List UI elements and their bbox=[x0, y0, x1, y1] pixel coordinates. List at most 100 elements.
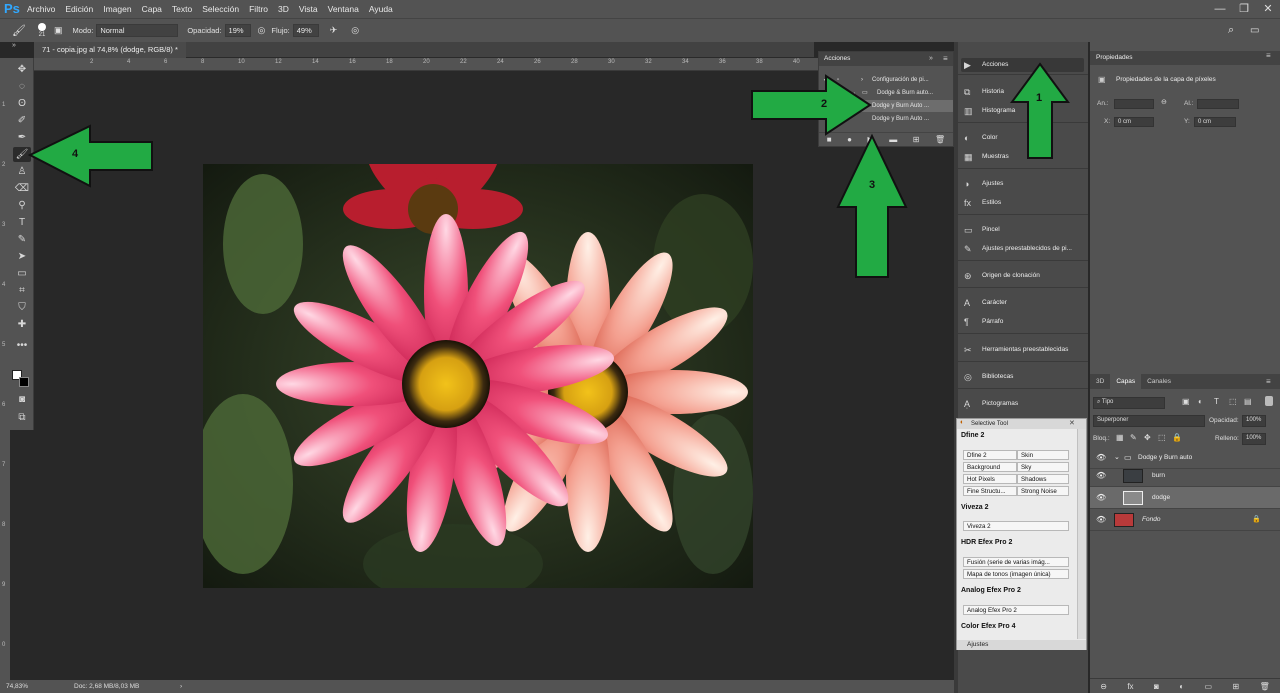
analog-efex-button[interactable]: Analog Efex Pro 2 bbox=[963, 605, 1069, 615]
crop-tool-icon[interactable]: ⌗ bbox=[13, 283, 31, 298]
new-group-icon[interactable]: ▭ bbox=[1205, 682, 1213, 691]
shadows-button[interactable]: Shadows bbox=[1017, 474, 1069, 484]
dock-item-muestras[interactable]: ▦ Muestras bbox=[958, 148, 1088, 166]
fill-input[interactable]: 100% bbox=[1242, 433, 1266, 445]
move-tool-icon[interactable]: ✥ bbox=[13, 62, 31, 77]
action-row[interactable]: ✓ ▫ › Configuración de pi... bbox=[819, 74, 953, 86]
more-tools-icon[interactable]: ••• bbox=[13, 338, 31, 353]
fine-structure-button[interactable]: Fine Structu... bbox=[963, 486, 1017, 496]
adjustment-layer-icon[interactable]: ◐ bbox=[1179, 682, 1184, 691]
viveza-button[interactable]: Viveza 2 bbox=[963, 521, 1069, 531]
lock-artboard-icon[interactable]: ⬚ bbox=[1158, 433, 1166, 442]
filter-toggle[interactable] bbox=[1265, 396, 1273, 406]
mode-select[interactable]: Normal bbox=[96, 24, 179, 37]
layer-row[interactable]: 👁 burn bbox=[1090, 465, 1280, 487]
menu-ventana[interactable]: Ventana bbox=[323, 0, 364, 18]
dodge-tool-icon[interactable]: ⚲ bbox=[13, 198, 31, 213]
filter-smart-icon[interactable]: ▤ bbox=[1244, 397, 1252, 406]
dock-item-historia[interactable]: ⧉ Historia bbox=[958, 83, 1088, 101]
eyedropper-tool-icon[interactable]: ✒ bbox=[13, 130, 31, 145]
menu-edicion[interactable]: Edición bbox=[60, 0, 98, 18]
trash-icon[interactable]: 🗑 bbox=[935, 135, 945, 144]
new-layer-icon[interactable]: ⊞ bbox=[1233, 682, 1240, 691]
play-icon[interactable]: ▶ bbox=[868, 135, 874, 144]
dfine-button[interactable]: Dfine 2 bbox=[963, 450, 1017, 460]
action-row-selected[interactable]: Dodge y Burn Auto ... bbox=[819, 100, 953, 112]
status-menu-icon[interactable]: › bbox=[180, 680, 182, 693]
dock-item-pictogramas[interactable]: Ạ Pictogramas bbox=[958, 395, 1088, 413]
menu-capa[interactable]: Capa bbox=[137, 0, 167, 18]
pressure-size-icon[interactable]: ◎ bbox=[351, 25, 359, 36]
screen-mode-icon[interactable]: ⧉ bbox=[13, 410, 31, 425]
text-tool-icon[interactable]: T bbox=[13, 215, 31, 230]
stamp-tool-icon[interactable]: ♙ bbox=[13, 164, 31, 179]
maximize-button[interactable]: ❐ bbox=[1232, 0, 1256, 18]
paint-bucket-tool-icon[interactable]: ⛉ bbox=[13, 300, 31, 315]
tab-canales[interactable]: Canales bbox=[1141, 374, 1177, 389]
section-hdr-efex[interactable]: HDR Efex Pro 2 bbox=[961, 539, 1012, 546]
filter-shape-icon[interactable]: ⬚ bbox=[1229, 397, 1237, 406]
opacity-input[interactable]: 19% bbox=[224, 24, 251, 37]
scrollbar[interactable] bbox=[1077, 429, 1086, 639]
brush-panel-toggle-icon[interactable]: ▣ bbox=[54, 25, 63, 36]
new-action-icon[interactable]: ⊞ bbox=[913, 135, 920, 144]
menu-filtro[interactable]: Filtro bbox=[244, 0, 273, 18]
tab-capas[interactable]: Capas bbox=[1110, 374, 1142, 389]
dock-item-acciones[interactable]: ▶ Acciones bbox=[958, 56, 1088, 74]
stop-icon[interactable]: ■ bbox=[827, 135, 832, 144]
lock-pixels-icon[interactable]: ✎ bbox=[1130, 433, 1137, 442]
trash-icon[interactable]: 🗑 bbox=[1260, 682, 1270, 691]
selective-tool-footer[interactable]: Ajustes bbox=[957, 640, 1086, 650]
section-viveza[interactable]: Viveza 2 bbox=[961, 504, 989, 511]
dock-item-ajustes[interactable]: ◑ Ajustes bbox=[958, 175, 1088, 193]
marquee-tool-icon[interactable]: ◌ bbox=[13, 79, 31, 94]
add-mask-icon[interactable]: ◙ bbox=[1154, 682, 1159, 691]
lasso-tool-icon[interactable]: ʘ bbox=[13, 96, 31, 111]
panel-menu-icon[interactable]: ≡ bbox=[1266, 377, 1271, 386]
dock-item-estilos[interactable]: fx Estilos bbox=[958, 194, 1088, 212]
lock-all-icon[interactable]: 🔒 bbox=[1172, 433, 1182, 442]
dock-item-color[interactable]: ◐ Color bbox=[958, 129, 1088, 147]
quick-mask-icon[interactable]: ◙ bbox=[13, 392, 31, 407]
quick-selection-tool-icon[interactable]: ✐ bbox=[13, 113, 31, 128]
dock-item-histograma[interactable]: ▥ Histograma bbox=[958, 102, 1088, 120]
width-input[interactable] bbox=[1114, 99, 1154, 109]
record-icon[interactable]: ● bbox=[847, 135, 852, 144]
menu-3d[interactable]: 3D bbox=[273, 0, 294, 18]
path-selection-tool-icon[interactable]: ➤ bbox=[13, 249, 31, 264]
properties-tab[interactable]: Propiedades bbox=[1090, 51, 1280, 65]
close-icon[interactable]: ✕ bbox=[1069, 419, 1075, 427]
menu-seleccion[interactable]: Selección bbox=[197, 0, 244, 18]
collapse-toolbar-icon[interactable]: » bbox=[12, 42, 16, 49]
pen-tool-icon[interactable]: ✎ bbox=[13, 232, 31, 247]
layer-row-selected[interactable]: 👁 dodge bbox=[1090, 487, 1280, 509]
brush-tool-icon[interactable]: 🖌 bbox=[12, 24, 26, 37]
healing-brush-tool-icon[interactable]: ✚ bbox=[13, 317, 31, 332]
flower-photo[interactable] bbox=[203, 164, 753, 588]
x-input[interactable]: 0 cm bbox=[1114, 117, 1154, 127]
action-row[interactable]: ✓ ⌄ ▭ Dodge & Burn auto... bbox=[819, 87, 953, 99]
panel-menu-icon[interactable]: ≡ bbox=[1266, 51, 1271, 60]
link-icon[interactable]: ⊖ bbox=[1161, 98, 1167, 106]
new-set-icon[interactable]: ▬ bbox=[889, 135, 897, 144]
lock-transparent-icon[interactable]: ▦ bbox=[1116, 433, 1124, 442]
document-tab[interactable]: 71 - copia.jpg al 74,8% (dodge, RGB/8) * bbox=[34, 42, 186, 58]
background-button[interactable]: Background bbox=[963, 462, 1017, 472]
dock-item-pincel[interactable]: ▭ Pincel bbox=[958, 221, 1088, 239]
brush-preset-picker[interactable]: 21 bbox=[37, 22, 46, 39]
dock-item-parrafo[interactable]: ¶ Párrafo bbox=[958, 313, 1088, 331]
menu-ayuda[interactable]: Ayuda bbox=[364, 0, 398, 18]
panel-collapse-icon[interactable]: » bbox=[929, 55, 933, 62]
section-analog-efex[interactable]: Analog Efex Pro 2 bbox=[961, 587, 1021, 594]
section-color-efex[interactable]: Color Efex Pro 4 bbox=[961, 623, 1015, 630]
layer-style-icon[interactable]: fx bbox=[1127, 682, 1133, 691]
airbrush-icon[interactable]: ✈ bbox=[330, 25, 338, 36]
strong-noise-button[interactable]: Strong Noise bbox=[1017, 486, 1069, 496]
close-button[interactable]: ✕ bbox=[1256, 0, 1280, 18]
hdr-tonemap-button[interactable]: Mapa de tonos (imagen única) bbox=[963, 569, 1069, 579]
rectangle-tool-icon[interactable]: ▭ bbox=[13, 266, 31, 281]
dock-item-bibliotecas[interactable]: ◎ Bibliotecas bbox=[958, 368, 1088, 386]
panel-menu-icon[interactable]: ≡ bbox=[943, 54, 948, 63]
zoom-level[interactable]: 74,83% bbox=[6, 680, 28, 693]
menu-texto[interactable]: Texto bbox=[167, 0, 197, 18]
